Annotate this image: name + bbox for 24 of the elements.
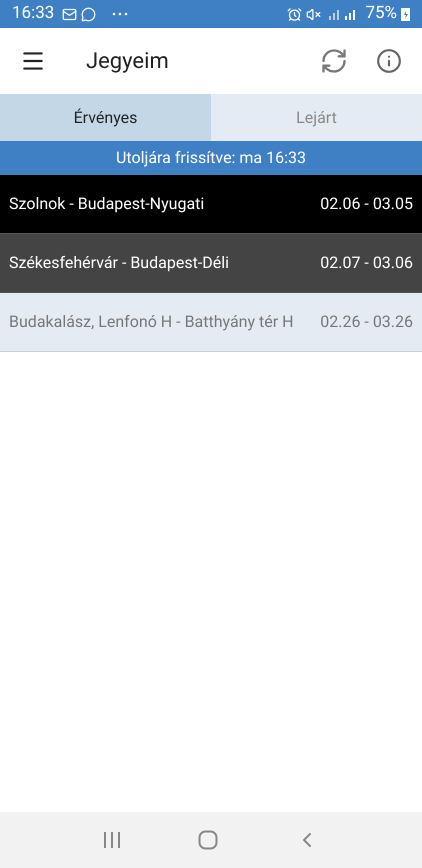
status-time: 16:33 <box>12 2 54 26</box>
refresh-banner: Utoljára frissítve: ma 16:33 <box>0 141 422 175</box>
ticket-route: Szolnok - Budapest-Nyugati <box>9 193 204 215</box>
info-button[interactable] <box>376 48 402 74</box>
refresh-button[interactable] <box>320 47 348 75</box>
ticket-row[interactable]: Szolnok - Budapest-Nyugati 02.06 - 03.05 <box>0 175 422 234</box>
alarm-icon <box>287 6 302 22</box>
app-title: Jegyeim <box>86 48 169 76</box>
mail-icon <box>62 6 78 22</box>
ticket-dates: 02.06 - 03.05 <box>320 193 413 215</box>
ticket-dates: 02.26 - 03.26 <box>320 311 413 333</box>
ticket-route: Székesfehérvár - Budapest-Déli <box>9 252 229 274</box>
dots-icon <box>112 12 128 16</box>
recent-apps-icon[interactable] <box>102 832 121 848</box>
chat-icon <box>81 6 96 22</box>
battery-icon <box>401 7 410 21</box>
tab[interactable]: Érvényes <box>0 94 211 141</box>
home-icon[interactable] <box>198 830 218 850</box>
ticket-row[interactable]: Székesfehérvár - Budapest-Déli 02.07 - 03.06 <box>0 234 422 293</box>
battery-percent: 75% <box>365 2 397 26</box>
mute-icon <box>306 6 322 22</box>
ticket-dates: 02.07 - 03.06 <box>320 252 413 274</box>
ticket-route: Budakalász, Lenfonó H - Batthyány tér H <box>9 311 294 333</box>
ticket-row[interactable]: Budakalász, Lenfonó H - Batthyány tér H 02.26 - 03.26 <box>0 293 422 352</box>
